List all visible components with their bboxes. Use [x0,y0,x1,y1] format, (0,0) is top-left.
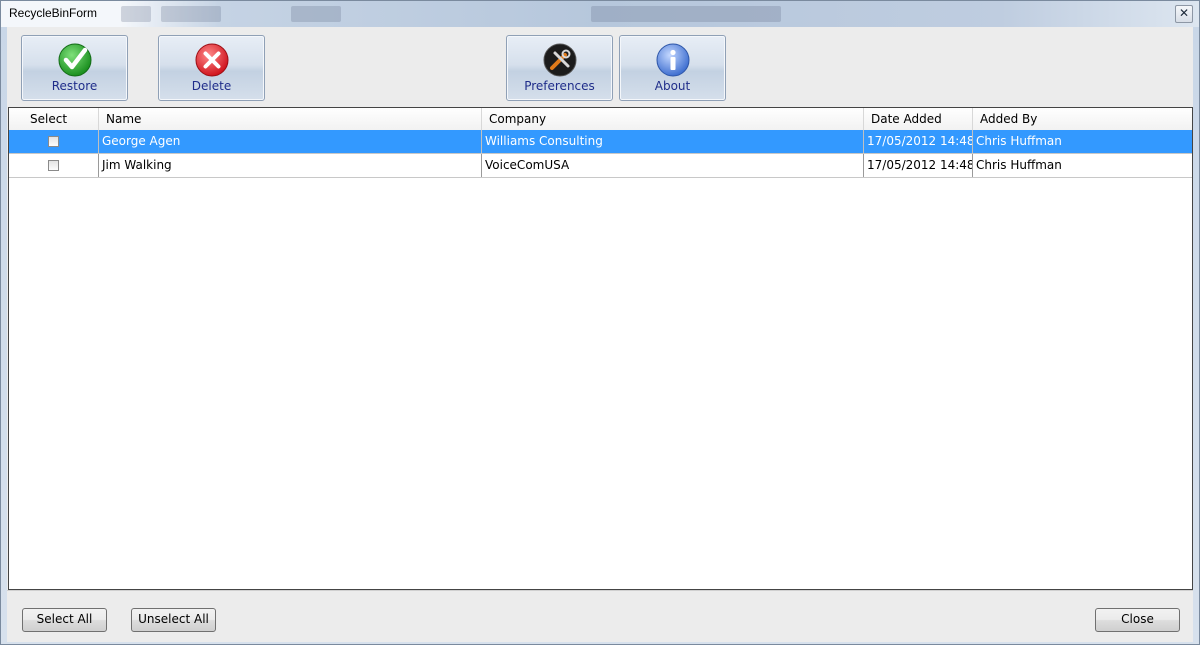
table-row[interactable]: Jim Walking VoiceComUSA 17/05/2012 14:48… [9,154,1192,178]
cell-added-by: Chris Huffman [976,134,1062,148]
recycle-bin-grid: Select Name Company Date Added Added By … [8,107,1193,590]
cell-date-added: 17/05/2012 14:48 [867,134,972,148]
column-header-name[interactable]: Name [98,108,480,130]
restore-button[interactable]: Restore [21,35,128,101]
recycle-bin-window: RecycleBinForm ✕ Restore Delete Preferen… [0,0,1200,645]
about-button[interactable]: About [619,35,726,101]
delete-button[interactable]: Delete [158,35,265,101]
row-select-checkbox[interactable] [48,136,59,147]
column-header-select[interactable]: Select [22,108,102,130]
grid-header: Select Name Company Date Added Added By [9,108,1192,131]
tools-icon [543,43,577,77]
window-title: RecycleBinForm [9,6,98,20]
x-circle-icon [195,43,229,77]
column-header-date-added[interactable]: Date Added [863,108,972,130]
cell-name: George Agen [102,134,181,148]
cell-date-added: 17/05/2012 14:48 [867,158,972,172]
window-close-button[interactable]: ✕ [1175,5,1193,23]
restore-label: Restore [51,79,98,93]
cell-name: Jim Walking [102,158,172,172]
table-row[interactable]: George Agen Williams Consulting 17/05/20… [9,130,1192,154]
client-area: Restore Delete Preferences About Select … [7,27,1193,642]
checkmark-icon [58,43,92,77]
column-header-added-by[interactable]: Added By [972,108,1192,130]
column-header-company[interactable]: Company [481,108,863,130]
background-ghost [121,6,151,22]
background-ghost [161,6,221,22]
cell-added-by: Chris Huffman [976,158,1062,172]
background-ghost [291,6,341,22]
preferences-label: Preferences [524,79,595,93]
cell-company: Williams Consulting [485,134,603,148]
row-select-checkbox[interactable] [48,160,59,171]
close-button[interactable]: Close [1095,608,1180,632]
toolbar: Restore Delete Preferences About [7,27,1193,106]
footer-bar: Select All Unselect All Close [7,590,1193,642]
select-all-button[interactable]: Select All [22,608,107,632]
delete-label: Delete [191,79,232,93]
unselect-all-button[interactable]: Unselect All [131,608,216,632]
title-bar: RecycleBinForm ✕ [1,1,1199,27]
preferences-button[interactable]: Preferences [506,35,613,101]
cell-company: VoiceComUSA [485,158,570,172]
info-icon [656,43,690,77]
about-label: About [654,79,691,93]
background-ghost [591,6,781,22]
